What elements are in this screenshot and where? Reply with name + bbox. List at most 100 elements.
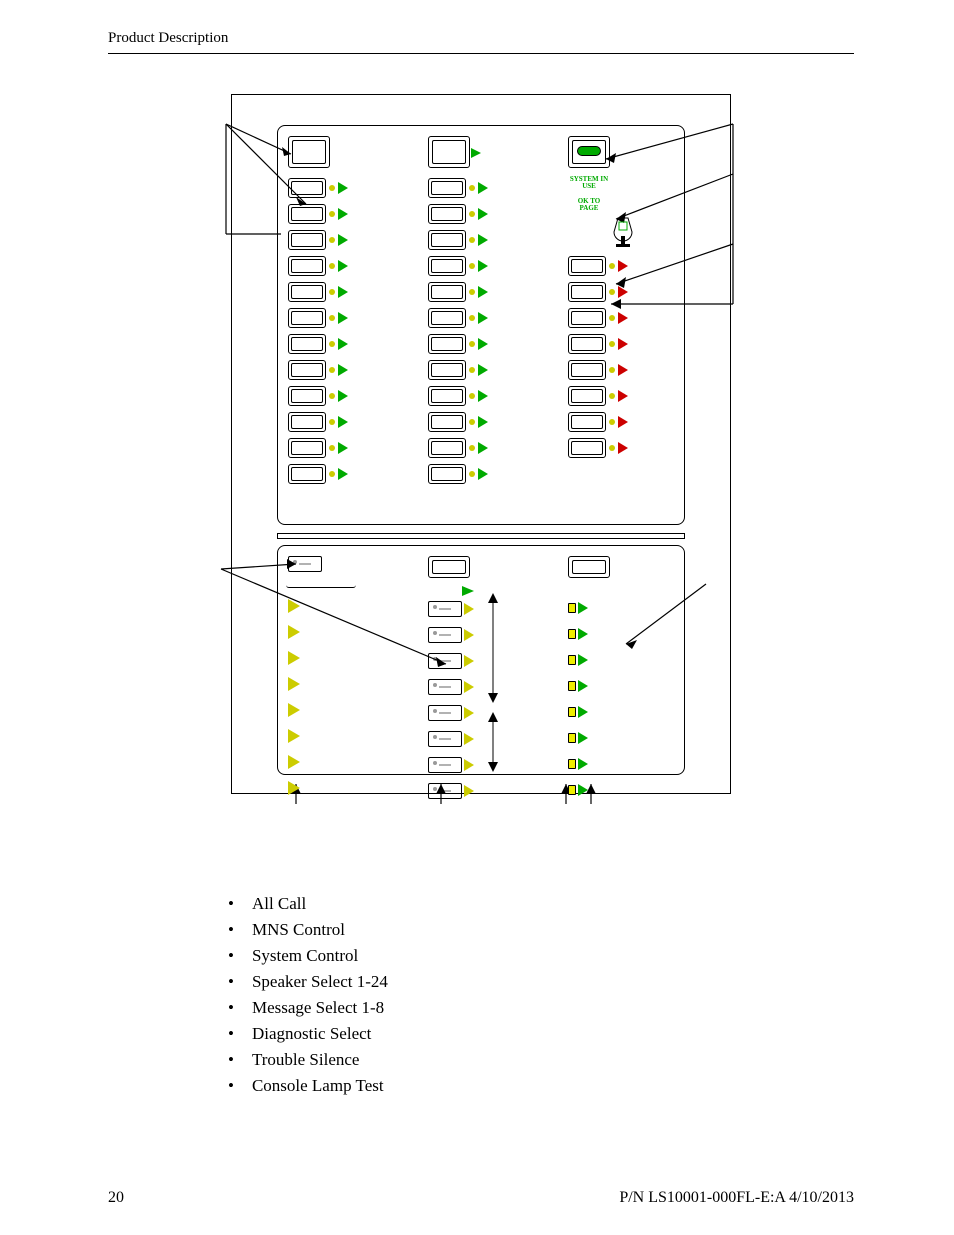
arrow-right-icon (471, 148, 487, 158)
page-number: 20 (108, 1189, 124, 1207)
switch-button[interactable] (288, 386, 326, 406)
switch-button[interactable] (568, 334, 606, 354)
arrow-right-icon (478, 312, 488, 324)
arrow-right-icon (464, 603, 474, 615)
switch-row (428, 701, 538, 725)
arrow-right-icon (338, 390, 348, 402)
led-indicator (329, 289, 335, 295)
switch-row (568, 332, 678, 356)
switch-row (288, 462, 398, 486)
led-indicator (469, 185, 475, 191)
panel-button[interactable] (428, 136, 470, 168)
switch-button[interactable] (288, 282, 326, 302)
switch-button[interactable] (428, 386, 466, 406)
top-col-2 (428, 136, 538, 488)
arrow-right-icon (478, 468, 488, 480)
small-indicator-button[interactable] (428, 601, 462, 617)
led-indicator (568, 733, 576, 743)
panel-button[interactable] (428, 556, 470, 578)
switch-button[interactable] (428, 204, 466, 224)
bot-col-1 (288, 556, 398, 802)
switch-row (428, 306, 538, 330)
panel-button[interactable] (288, 136, 330, 168)
switch-button[interactable] (428, 334, 466, 354)
switch-button[interactable] (428, 464, 466, 484)
panel-button[interactable] (568, 556, 610, 578)
led-indicator (329, 471, 335, 477)
switch-row (288, 254, 398, 278)
arrow-right-icon (338, 182, 348, 194)
led-indicator (609, 315, 615, 321)
switch-button[interactable] (568, 412, 606, 432)
switch-button[interactable] (568, 256, 606, 276)
switch-row (288, 750, 398, 774)
switch-button[interactable] (568, 308, 606, 328)
arrow-right-icon (478, 364, 488, 376)
switch-button[interactable] (568, 438, 606, 458)
switch-button[interactable] (288, 178, 326, 198)
led-indicator (568, 759, 576, 769)
small-indicator-button[interactable] (428, 679, 462, 695)
led-indicator (329, 445, 335, 451)
switch-button[interactable] (428, 178, 466, 198)
led-indicator (568, 681, 576, 691)
panel-button[interactable] (568, 136, 610, 168)
switch-button[interactable] (288, 464, 326, 484)
led-indicator (469, 315, 475, 321)
list-item: Message Select 1-8 (228, 998, 854, 1018)
switch-button[interactable] (288, 334, 326, 354)
switch-button[interactable] (428, 256, 466, 276)
switch-row (428, 202, 538, 226)
switch-row (428, 410, 538, 434)
switch-row (428, 462, 538, 486)
switch-button[interactable] (288, 308, 326, 328)
switch-button[interactable] (568, 360, 606, 380)
switch-button[interactable] (428, 230, 466, 250)
switch-button[interactable] (568, 282, 606, 302)
small-indicator-button[interactable] (288, 556, 322, 572)
switch-row (288, 620, 398, 644)
arrow-right-icon (288, 599, 300, 613)
switch-button[interactable] (288, 360, 326, 380)
switch-button[interactable] (288, 204, 326, 224)
switch-button[interactable] (428, 308, 466, 328)
switch-button[interactable] (568, 386, 606, 406)
switch-row (428, 597, 538, 621)
small-indicator-button[interactable] (428, 731, 462, 747)
switch-row (288, 672, 398, 696)
switch-row (428, 332, 538, 356)
feature-bullet-list: All Call MNS Control System Control Spea… (228, 894, 854, 1096)
switch-button[interactable] (428, 360, 466, 380)
switch-button[interactable] (288, 412, 326, 432)
led-indicator (329, 263, 335, 269)
switch-row (428, 649, 538, 673)
switch-button[interactable] (288, 256, 326, 276)
arrow-right-icon (288, 703, 300, 717)
small-indicator-button[interactable] (428, 627, 462, 643)
small-indicator-button[interactable] (428, 757, 462, 773)
led-indicator (469, 367, 475, 373)
switch-row (568, 306, 678, 330)
switch-button[interactable] (428, 282, 466, 302)
arrow-right-icon (464, 759, 474, 771)
arrow-right-icon (464, 655, 474, 667)
led-indicator (609, 263, 615, 269)
small-indicator-button[interactable] (428, 705, 462, 721)
switch-row (288, 202, 398, 226)
arrow-right-icon (578, 680, 588, 692)
arrow-right-icon (338, 234, 348, 246)
led-indicator (329, 211, 335, 217)
small-indicator-button[interactable] (428, 783, 462, 799)
switch-button[interactable] (428, 438, 466, 458)
arrow-right-icon (618, 338, 628, 350)
arrow-right-icon (338, 442, 348, 454)
switch-button[interactable] (288, 230, 326, 250)
switch-row (288, 724, 398, 748)
led-indicator (469, 341, 475, 347)
switch-button[interactable] (428, 412, 466, 432)
switch-row (568, 436, 678, 460)
arrow-right-icon (578, 784, 588, 796)
switch-row (568, 410, 678, 434)
switch-button[interactable] (288, 438, 326, 458)
small-indicator-button[interactable] (428, 653, 462, 669)
